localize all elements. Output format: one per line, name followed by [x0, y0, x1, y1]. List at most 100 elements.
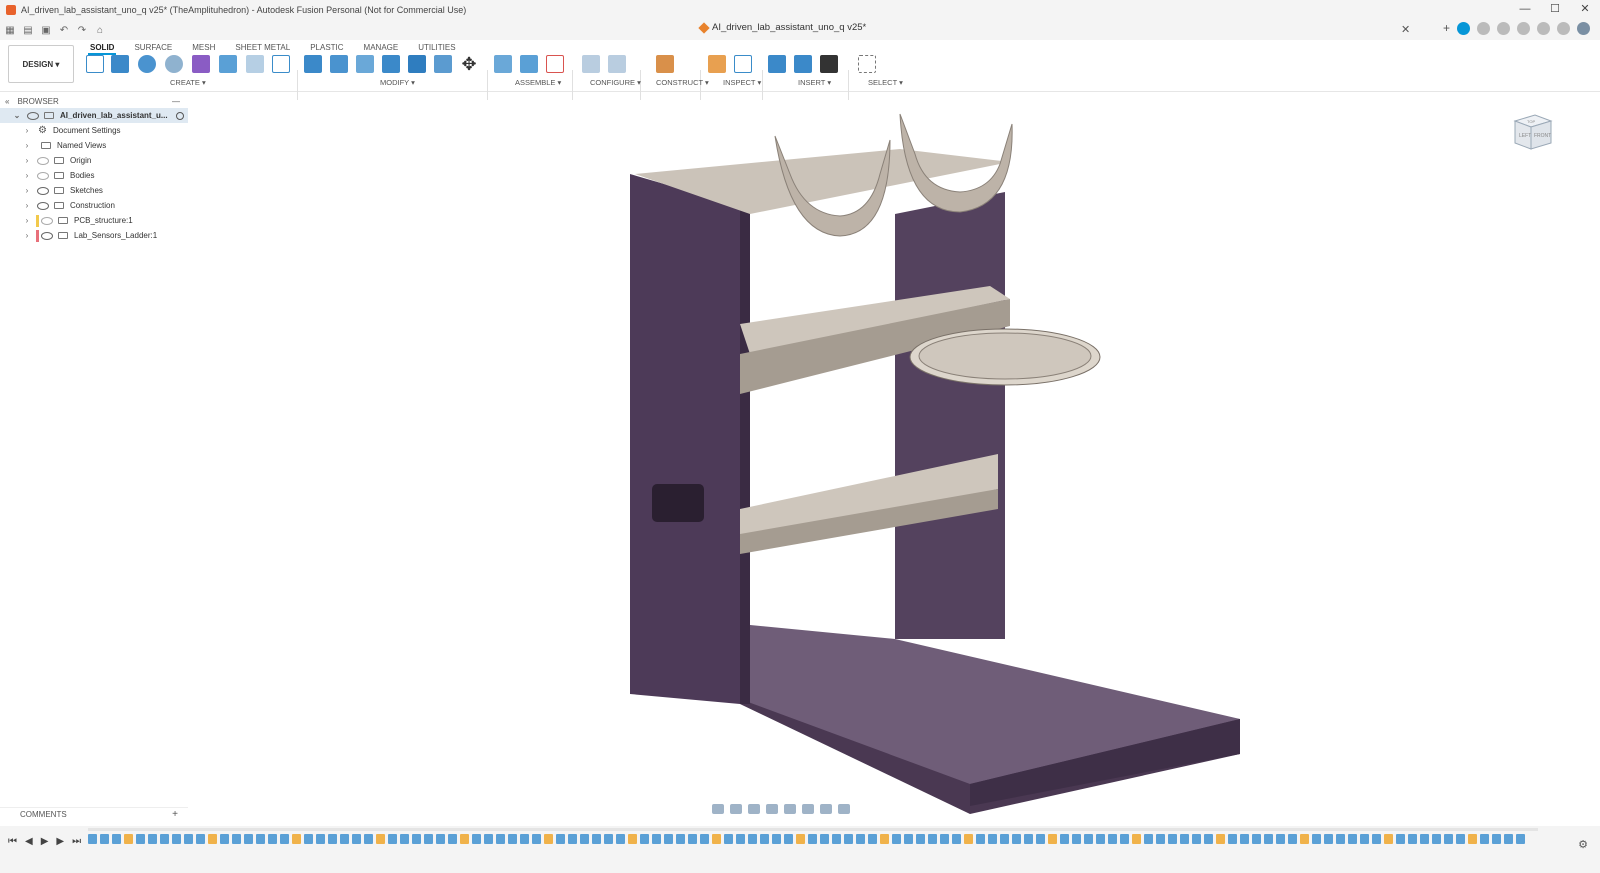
timeline-feature-icon[interactable]: [1012, 834, 1021, 844]
pan-icon[interactable]: [748, 804, 760, 814]
chevron-right-icon[interactable]: ›: [22, 141, 32, 150]
timeline-feature-icon[interactable]: [1024, 834, 1033, 844]
timeline-feature-icon[interactable]: [280, 834, 289, 844]
timeline-feature-icon[interactable]: [1096, 834, 1105, 844]
timeline-feature-icon[interactable]: [1060, 834, 1069, 844]
timeline-feature-icon[interactable]: [340, 834, 349, 844]
timeline-feature-icon[interactable]: [388, 834, 397, 844]
move-copy-icon[interactable]: ✥: [460, 55, 478, 73]
timeline-feature-icon[interactable]: [184, 834, 193, 844]
timeline-feature-icon[interactable]: [916, 834, 925, 844]
tab-utilities[interactable]: UTILITIES: [408, 42, 465, 54]
timeline-feature-icon[interactable]: [448, 834, 457, 844]
timeline-feature-icon[interactable]: [1396, 834, 1405, 844]
timeline-feature-icon[interactable]: [1084, 834, 1093, 844]
measure-icon[interactable]: [708, 55, 726, 73]
notifications-icon[interactable]: [1537, 22, 1550, 35]
visibility-hidden-icon[interactable]: [37, 171, 49, 180]
as-built-joint-icon[interactable]: [546, 55, 564, 73]
timeline-feature-icon[interactable]: [1144, 834, 1153, 844]
view-cube-left[interactable]: LEFT: [1519, 133, 1531, 139]
timeline-feature-icon[interactable]: [940, 834, 949, 844]
timeline-feature-icon[interactable]: [1036, 834, 1045, 844]
chevron-right-icon[interactable]: ›: [22, 156, 32, 165]
grid-menu-icon[interactable]: ▦: [2, 25, 18, 36]
canvas-viewport[interactable]: [190, 94, 1600, 814]
inspect-menu[interactable]: INSPECT ▾: [723, 78, 761, 87]
view-cube-front[interactable]: FRONT: [1534, 133, 1551, 139]
timeline-feature-icon[interactable]: [1288, 834, 1297, 844]
visibility-eye-icon[interactable]: [37, 186, 49, 195]
browser-item-root[interactable]: ⌄ AI_driven_lab_assistant_u...: [0, 108, 188, 123]
create-sketch-icon[interactable]: [86, 55, 104, 73]
timeline-feature-icon[interactable]: [292, 834, 301, 844]
browser-item-construction[interactable]: › Construction: [0, 198, 188, 213]
timeline-feature-icon[interactable]: [412, 834, 421, 844]
close-document-button[interactable]: ✕: [1401, 23, 1410, 36]
timeline-feature-icon[interactable]: [1264, 834, 1273, 844]
redo-icon[interactable]: ↷: [74, 25, 90, 36]
maximize-button[interactable]: ☐: [1540, 0, 1570, 20]
extensions-icon[interactable]: [1477, 22, 1490, 35]
insert-menu[interactable]: INSERT ▾: [798, 78, 831, 87]
timeline-feature-icon[interactable]: [364, 834, 373, 844]
timeline-settings-gear-icon[interactable]: ⚙: [1578, 838, 1588, 851]
timeline-feature-icon[interactable]: [724, 834, 733, 844]
comments-panel[interactable]: COMMENTS +: [0, 807, 188, 821]
timeline-feature-icon[interactable]: [1324, 834, 1333, 844]
box-icon[interactable]: [192, 55, 210, 73]
timeline-feature-icon[interactable]: [772, 834, 781, 844]
timeline-feature-icon[interactable]: [112, 834, 121, 844]
collapse-panel-icon[interactable]: «: [5, 97, 9, 106]
minimize-button[interactable]: —: [1510, 0, 1540, 20]
modify-menu[interactable]: MODIFY ▾: [380, 78, 415, 87]
timeline-feature-icon[interactable]: [904, 834, 913, 844]
tab-mesh[interactable]: MESH: [182, 42, 225, 54]
activate-radio-icon[interactable]: [175, 111, 184, 120]
save-icon[interactable]: ▣: [38, 25, 54, 36]
timeline-feature-icon[interactable]: [1336, 834, 1345, 844]
timeline-feature-icon[interactable]: [1180, 834, 1189, 844]
timeline-feature-icon[interactable]: [496, 834, 505, 844]
timeline-feature-icon[interactable]: [196, 834, 205, 844]
timeline-feature-icon[interactable]: [1480, 834, 1489, 844]
timeline-feature-icon[interactable]: [1384, 834, 1393, 844]
timeline-feature-icon[interactable]: [988, 834, 997, 844]
insert-canvas-icon[interactable]: [794, 55, 812, 73]
timeline-feature-icon[interactable]: [256, 834, 265, 844]
timeline-feature-icon[interactable]: [484, 834, 493, 844]
timeline-feature-icon[interactable]: [1504, 834, 1513, 844]
help-icon[interactable]: [1557, 22, 1570, 35]
offset-plane-icon[interactable]: [656, 55, 674, 73]
offset-face-icon[interactable]: [434, 55, 452, 73]
timeline-feature-icon[interactable]: [328, 834, 337, 844]
view-cube[interactable]: LEFT FRONT TOP: [1507, 107, 1557, 158]
browser-item-named-views[interactable]: › Named Views: [0, 138, 188, 153]
timeline-play-icon[interactable]: ▶: [41, 836, 49, 847]
timeline-feature-icon[interactable]: [1300, 834, 1309, 844]
timeline-feature-icon[interactable]: [1108, 834, 1117, 844]
timeline-feature-icon[interactable]: [592, 834, 601, 844]
timeline-feature-icon[interactable]: [1468, 834, 1477, 844]
timeline-feature-icon[interactable]: [1072, 834, 1081, 844]
timeline-feature-icon[interactable]: [268, 834, 277, 844]
tab-manage[interactable]: MANAGE: [354, 42, 409, 54]
timeline-feature-icon[interactable]: [1492, 834, 1501, 844]
combine-icon[interactable]: [408, 55, 426, 73]
timeline-feature-icon[interactable]: [808, 834, 817, 844]
chevron-right-icon[interactable]: ›: [22, 171, 32, 180]
user-avatar[interactable]: [1577, 22, 1590, 35]
browser-item-document-settings[interactable]: › ⚙ Document Settings: [0, 123, 188, 138]
timeline-feature-icon[interactable]: [1456, 834, 1465, 844]
section-analysis-icon[interactable]: [734, 55, 752, 73]
timeline-feature-icon[interactable]: [688, 834, 697, 844]
timeline-feature-icon[interactable]: [1432, 834, 1441, 844]
timeline-feature-icon[interactable]: [820, 834, 829, 844]
zoom-icon[interactable]: [766, 804, 778, 814]
timeline-feature-icon[interactable]: [1516, 834, 1525, 844]
browser-item-bodies[interactable]: › Bodies: [0, 168, 188, 183]
timeline-feature-icon[interactable]: [844, 834, 853, 844]
timeline-feature-icon[interactable]: [244, 834, 253, 844]
online-status-icon[interactable]: [1497, 22, 1510, 35]
timeline-feature-icon[interactable]: [604, 834, 613, 844]
